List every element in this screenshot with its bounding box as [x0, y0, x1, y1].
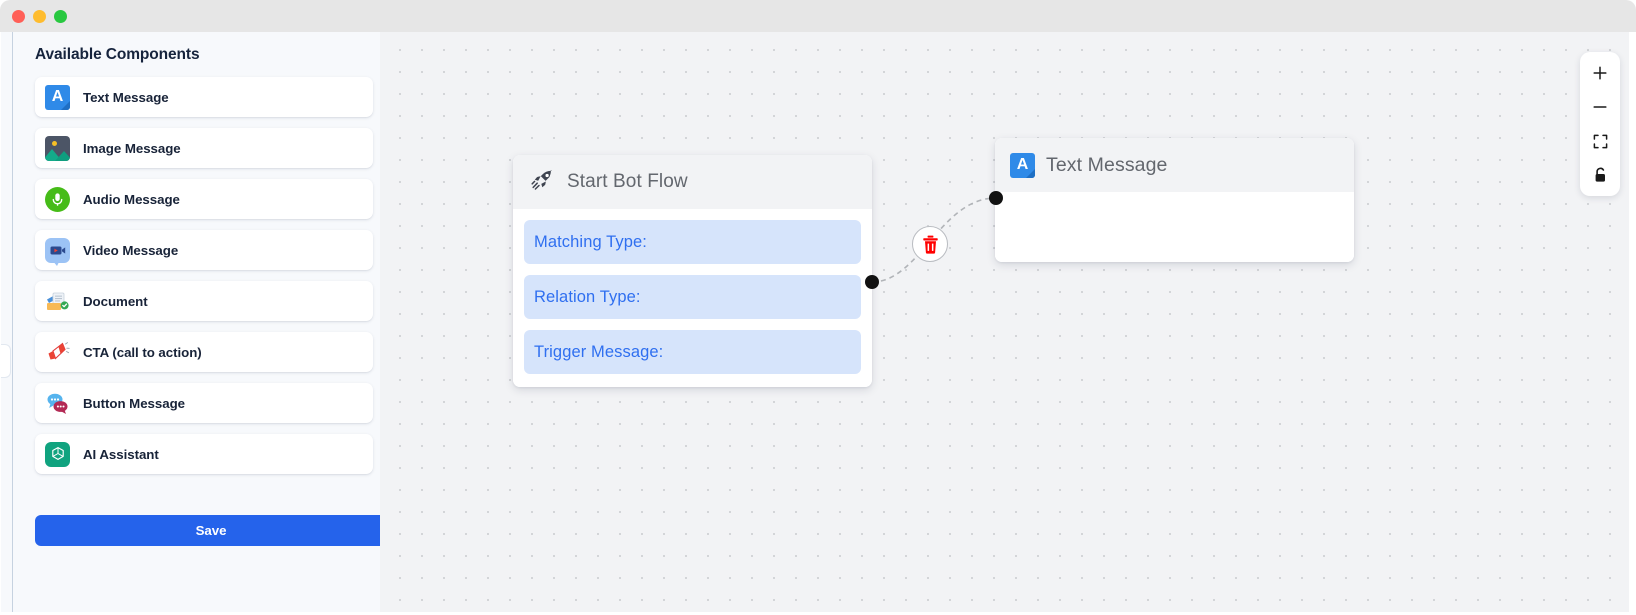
field-trigger-message[interactable]: Trigger Message:	[524, 330, 861, 374]
component-item-document[interactable]: Document	[35, 281, 373, 321]
minimize-window-button[interactable]	[33, 9, 46, 23]
text-message-icon	[1010, 152, 1035, 178]
component-item-video-message[interactable]: Video Message	[35, 230, 373, 270]
window-right-edge	[1629, 32, 1636, 615]
document-icon	[45, 289, 70, 314]
component-label: AI Assistant	[83, 446, 159, 462]
collapse-sidebar-handle[interactable]	[1, 344, 11, 378]
node-header: Start Bot Flow	[513, 155, 872, 209]
node-title: Text Message	[1046, 153, 1168, 176]
component-item-button-message[interactable]: Button Message	[35, 383, 373, 423]
video-message-icon	[45, 237, 70, 266]
save-button[interactable]: Save	[35, 515, 387, 546]
component-label: Image Message	[83, 140, 181, 156]
components-sidebar: Available Components Text Message Image …	[0, 32, 387, 615]
lock-icon	[1595, 167, 1605, 182]
start-bot-flow-source-handle[interactable]	[865, 275, 879, 289]
audio-message-icon	[45, 186, 70, 212]
node-title: Start Bot Flow	[567, 171, 688, 192]
node-body	[995, 192, 1354, 262]
minus-icon	[1593, 106, 1607, 108]
close-window-button[interactable]	[12, 9, 25, 23]
ai-assistant-icon	[45, 441, 70, 467]
app-window: Available Components Text Message Image …	[0, 0, 1636, 615]
sidebar-content: Available Components Text Message Image …	[13, 32, 387, 615]
component-label: Document	[83, 293, 148, 309]
maximize-window-button[interactable]	[54, 9, 67, 23]
fit-view-button[interactable]	[1585, 126, 1615, 156]
fit-screen-icon	[1593, 134, 1607, 148]
megaphone-icon	[45, 340, 70, 365]
rocket-icon	[531, 167, 556, 197]
component-item-text-message[interactable]: Text Message	[35, 77, 373, 117]
field-label: Matching Type:	[534, 232, 647, 251]
component-list: Text Message Image Message	[35, 77, 373, 474]
lock-button[interactable]	[1585, 160, 1615, 190]
component-label: CTA (call to action)	[83, 344, 202, 360]
field-label: Relation Type:	[534, 287, 641, 306]
flow-node-start-bot-flow[interactable]: Start Bot Flow Matching Type: Relation T…	[513, 155, 872, 387]
field-relation-type[interactable]: Relation Type:	[524, 275, 861, 319]
component-item-audio-message[interactable]: Audio Message	[35, 179, 373, 219]
panel-title: Available Components	[35, 46, 200, 63]
component-label: Button Message	[83, 395, 185, 411]
field-label: Trigger Message:	[534, 342, 664, 361]
text-message-icon	[45, 84, 70, 110]
image-message-icon	[45, 135, 70, 161]
component-item-ai-assistant[interactable]: AI Assistant	[35, 434, 373, 474]
flow-node-text-message[interactable]: Text Message	[995, 138, 1354, 262]
text-message-target-handle[interactable]	[989, 191, 1003, 205]
plus-icon	[1593, 66, 1607, 80]
component-label: Audio Message	[83, 191, 180, 207]
component-item-image-message[interactable]: Image Message	[35, 128, 373, 168]
window-titlebar	[0, 0, 1636, 32]
trash-icon	[922, 235, 938, 254]
zoom-in-button[interactable]	[1585, 58, 1615, 88]
canvas-controls	[1580, 52, 1620, 196]
component-item-cta[interactable]: CTA (call to action)	[35, 332, 373, 372]
field-matching-type[interactable]: Matching Type:	[524, 220, 861, 264]
component-label: Text Message	[83, 89, 169, 105]
node-body: Matching Type: Relation Type: Trigger Me…	[513, 209, 872, 387]
app-body: Available Components Text Message Image …	[0, 32, 1636, 615]
chat-bubbles-icon	[45, 391, 70, 416]
zoom-out-button[interactable]	[1585, 92, 1615, 122]
delete-edge-button[interactable]	[912, 226, 948, 262]
node-header: Text Message	[995, 138, 1354, 192]
flow-canvas[interactable]: Start Bot Flow Matching Type: Relation T…	[380, 32, 1636, 615]
component-label: Video Message	[83, 242, 179, 258]
